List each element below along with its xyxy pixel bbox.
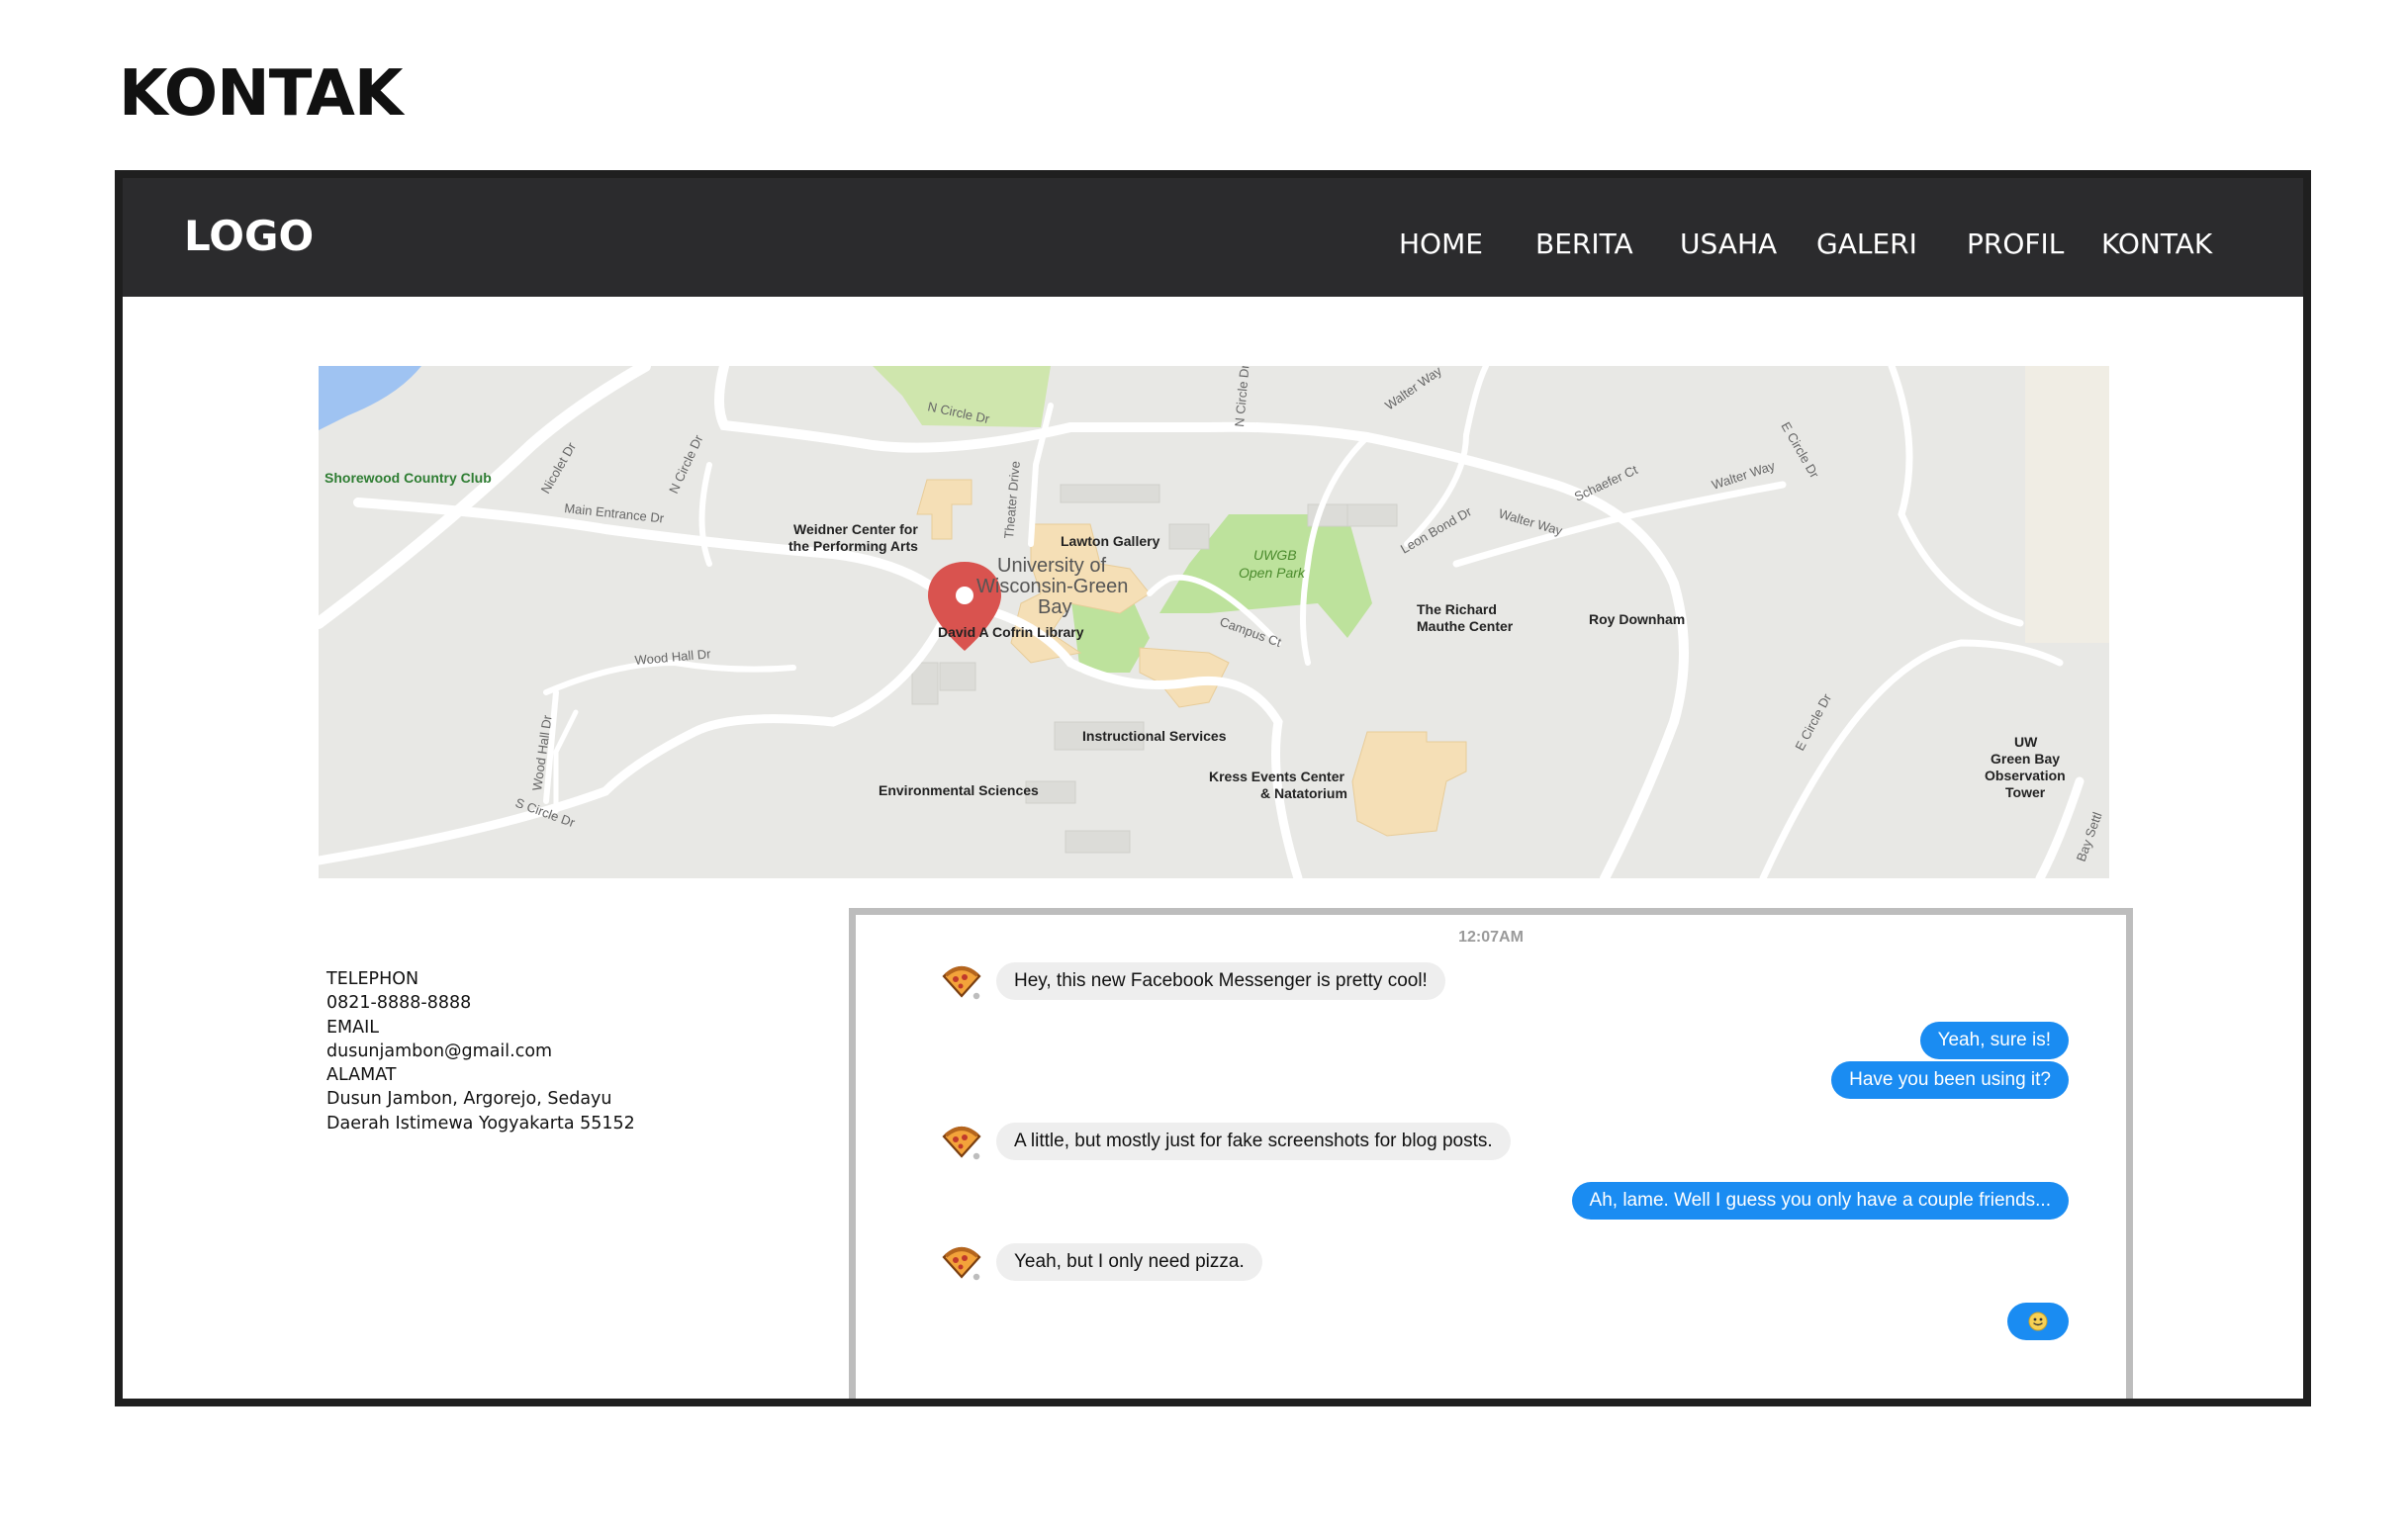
page-title: KONTAK (119, 57, 403, 131)
address-line-2: Daerah Istimewa Yogyakarta 55152 (326, 1113, 635, 1133)
nav-item-berita[interactable]: BERITA (1535, 227, 1633, 260)
map-label-library: David A Cofrin Library (938, 624, 1084, 640)
message-incoming[interactable]: Hey, this new Facebook Messenger is pret… (996, 962, 1445, 1000)
message-incoming[interactable]: A little, but mostly just for fake scree… (996, 1123, 1511, 1160)
emoji-message[interactable] (2007, 1303, 2069, 1340)
chat-timestamp: 12:07AM (1458, 929, 1524, 946)
map-label-tower-3: Observation (1985, 768, 2066, 783)
map-label-lawton: Lawton Gallery (1061, 533, 1160, 549)
map-label-weidner-1: Weidner Center for (793, 521, 918, 537)
map-label-richard-1: The Richard (1417, 601, 1497, 617)
message-incoming[interactable]: Yeah, but I only need pizza. (996, 1243, 1262, 1281)
nav-item-home[interactable]: HOME (1399, 227, 1483, 260)
telephone-label: TELEPHON (326, 969, 419, 989)
address-line-1: Dusun Jambon, Argorejo, Sedayu (326, 1089, 612, 1110)
map-label-kress-1: Kress Events Center (1209, 769, 1345, 784)
email-value[interactable]: dusunjambon@gmail.com (326, 1040, 635, 1063)
logo[interactable]: LOGO (184, 212, 314, 260)
pizza-avatar-icon[interactable] (941, 1121, 982, 1162)
map-label-shorewood: Shorewood Country Club (324, 470, 492, 486)
nav-item-usaha[interactable]: USAHA (1680, 227, 1777, 260)
map-label-university-1: University of (997, 555, 1106, 577)
pizza-avatar-icon[interactable] (941, 960, 982, 1002)
map-label-environmental: Environmental Sciences (879, 782, 1039, 798)
message-outgoing[interactable]: Have you been using it? (1831, 1061, 2069, 1099)
map-label-instructional: Instructional Services (1082, 728, 1227, 744)
map-label-roy: Roy Downham (1589, 611, 1685, 627)
message-outgoing[interactable]: Yeah, sure is! (1919, 1022, 2069, 1059)
campus-map[interactable]: Shorewood Country Club Weidner Center fo… (319, 366, 2109, 878)
nav-item-profil[interactable]: PROFIL (1967, 227, 2064, 260)
telephone-value[interactable]: 0821-8888-8888 (326, 991, 635, 1015)
website-mockup-frame: LOGO HOME BERITA USAHA GALERI PROFIL KON… (115, 170, 2311, 1406)
chat-panel: 12:07AM Hey, this new Facebook Messenger… (849, 908, 2133, 1399)
email-label: EMAIL (326, 1017, 380, 1038)
map-label-university-3: Bay (1038, 596, 1071, 618)
nav-item-kontak[interactable]: KONTAK (2101, 227, 2212, 260)
map-canvas[interactable]: Shorewood Country Club Weidner Center fo… (319, 366, 2109, 878)
map-label-university-2: Wisconsin-Green (976, 576, 1128, 597)
map-label-weidner-2: the Performing Arts (788, 538, 918, 554)
nav-item-galeri[interactable]: GALERI (1816, 227, 1917, 260)
smiley-icon (2028, 1312, 2048, 1331)
map-label-tower-1: UW (2014, 734, 2038, 750)
map-label-kress-2: & Natatorium (1260, 785, 1347, 801)
message-outgoing[interactable]: Ah, lame. Well I guess you only have a c… (1571, 1182, 2069, 1220)
address-label: ALAMAT (326, 1065, 397, 1086)
map-label-open-park-1: UWGB (1253, 547, 1297, 563)
navbar: LOGO HOME BERITA USAHA GALERI PROFIL KON… (123, 178, 2303, 297)
map-label-tower-4: Tower (2005, 784, 2046, 800)
pizza-avatar-icon[interactable] (941, 1241, 982, 1283)
contact-info: TELEPHON 0821-8888-8888 EMAIL dusunjambo… (326, 967, 635, 1135)
map-label-tower-2: Green Bay (1991, 751, 2060, 767)
map-label-richard-2: Mauthe Center (1417, 618, 1514, 634)
map-label-open-park-2: Open Park (1239, 565, 1306, 581)
